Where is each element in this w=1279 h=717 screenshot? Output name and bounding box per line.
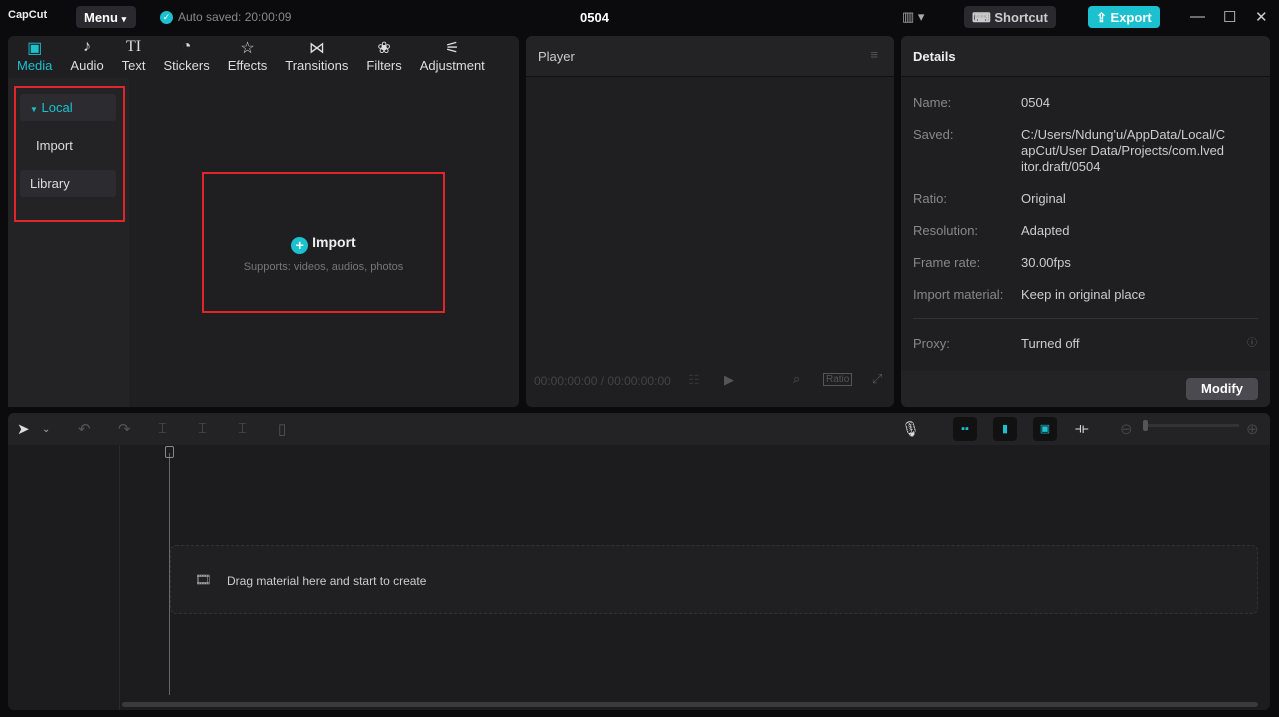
magnet-icon[interactable]: ▪▪ bbox=[953, 417, 977, 441]
horizontal-scrollbar[interactable] bbox=[122, 702, 1258, 707]
microphone-icon[interactable]: 🎙 bbox=[901, 420, 920, 438]
modify-button[interactable]: Modify bbox=[1186, 378, 1258, 400]
keyboard-icon: ⌨ bbox=[972, 10, 991, 25]
shortcut-button[interactable]: ⌨ Shortcut bbox=[964, 6, 1056, 28]
play-icon[interactable]: ▶ bbox=[724, 372, 734, 388]
select-cursor-icon[interactable]: ➤ bbox=[17, 420, 30, 438]
tab-label: Text bbox=[121, 58, 146, 73]
tab-label: Transitions bbox=[285, 58, 349, 73]
detail-row-proxy: Proxy: Turned off bbox=[913, 336, 1080, 351]
detail-row: Resolution: Adapted bbox=[913, 223, 1070, 238]
tab-media[interactable]: ▣ Media bbox=[8, 36, 61, 78]
tab-label: Filters bbox=[366, 58, 402, 73]
linkage-icon[interactable]: ▣ bbox=[1033, 417, 1057, 441]
tab-stickers[interactable]: ◔ Stickers bbox=[155, 36, 219, 78]
player-panel: Player ≡ 00:00:00:00 / 00:00:00:00 ☷ ▶ ⌕ … bbox=[526, 36, 894, 407]
maximize-icon[interactable]: ☐ bbox=[1223, 8, 1236, 26]
split-right-icon[interactable]: ⌶ bbox=[238, 420, 247, 437]
undo-icon[interactable]: ↶ bbox=[78, 420, 91, 438]
autosave-text: Auto saved: 20:00:09 bbox=[178, 10, 292, 24]
timeline-grid-icon[interactable]: ☷ bbox=[688, 372, 700, 388]
player-title: Player bbox=[538, 49, 575, 64]
main-track-dropzone[interactable]: 🎞 Drag material here and start to create bbox=[170, 545, 1258, 614]
import-label: Import bbox=[312, 234, 356, 250]
help-icon[interactable]: ⓘ bbox=[1247, 334, 1257, 349]
menu-button[interactable]: Menu ▾ bbox=[76, 6, 136, 28]
minimize-icon[interactable]: — bbox=[1190, 8, 1205, 25]
project-title: 0504 bbox=[580, 10, 609, 25]
export-label: Export bbox=[1110, 10, 1152, 25]
redo-icon[interactable]: ↷ bbox=[118, 420, 131, 438]
split-left-icon[interactable]: ⌶ bbox=[198, 420, 207, 437]
menu-lines-icon[interactable]: ≡ bbox=[870, 47, 878, 62]
audio-icon: ♪ bbox=[83, 38, 92, 55]
tab-label: Effects bbox=[227, 58, 268, 73]
detail-row: Saved: C:/Users/Ndung'u/AppData/Local/Cap… bbox=[913, 127, 1226, 174]
divider bbox=[913, 318, 1258, 319]
zoom-out-icon[interactable]: ⊖ bbox=[1120, 420, 1133, 438]
detail-row: Name: 0504 bbox=[913, 95, 1050, 110]
plus-icon: + bbox=[291, 237, 309, 254]
capcut-logo: CapCut bbox=[8, 9, 48, 21]
tab-transitions[interactable]: ⋈ Transitions bbox=[276, 36, 357, 78]
highlight-box bbox=[14, 86, 125, 222]
timecode: 00:00:00:00 / 00:00:00:00 bbox=[534, 374, 671, 388]
zoom-in-icon[interactable]: ⊕ bbox=[1246, 420, 1259, 438]
ratio-button[interactable]: Ratio bbox=[823, 373, 853, 386]
tool-tabs: ▣ Media ♪ Audio TI Text ◔ Stickers ☆ Effects … bbox=[8, 36, 519, 78]
filters-icon: ❀ bbox=[377, 40, 391, 57]
export-icon: ⇪ bbox=[1096, 10, 1107, 25]
title-bar: CapCut Menu ▾ ✓ Auto saved: 20:00:09 0504… bbox=[0, 0, 1279, 35]
export-button[interactable]: ⇪ Export bbox=[1088, 6, 1160, 28]
check-icon: ✓ bbox=[160, 10, 173, 24]
text-icon: TI bbox=[126, 38, 142, 55]
drop-hint: Drag material here and start to create bbox=[227, 574, 427, 588]
preview-axis-icon[interactable]: ⟛ bbox=[1075, 420, 1089, 437]
playhead-handle[interactable] bbox=[165, 446, 174, 458]
tab-label: Media bbox=[17, 58, 53, 73]
close-icon[interactable]: ✕ bbox=[1255, 8, 1268, 26]
autosave-status: ✓ Auto saved: 20:00:09 bbox=[160, 10, 291, 24]
tab-effects[interactable]: ☆ Effects bbox=[219, 36, 277, 78]
adjustment-icon: ⚟ bbox=[445, 40, 460, 57]
import-hint: Supports: videos, audios, photos bbox=[243, 261, 404, 273]
fullscreen-icon[interactable]: ⤢ bbox=[872, 371, 882, 387]
split-icon[interactable]: ⌶ bbox=[158, 420, 167, 437]
media-icon: ▣ bbox=[27, 40, 43, 57]
details-title: Details bbox=[901, 36, 1270, 77]
tab-label: Stickers bbox=[163, 58, 210, 73]
menu-label: Menu bbox=[84, 10, 118, 25]
auto-snap-icon[interactable]: ▮ bbox=[993, 417, 1017, 441]
tab-filters[interactable]: ❀ Filters bbox=[357, 36, 410, 78]
import-dropzone[interactable]: + Import Supports: videos, audios, photo… bbox=[202, 172, 445, 313]
delete-icon[interactable]: ▯ bbox=[278, 420, 286, 438]
transitions-icon: ⋈ bbox=[308, 40, 325, 57]
sticker-icon: ◔ bbox=[181, 38, 192, 55]
detail-row: Frame rate: 30.00fps bbox=[913, 255, 1071, 270]
detail-row: Import material: Keep in original place bbox=[913, 287, 1146, 302]
shortcut-label: Shortcut bbox=[994, 10, 1048, 25]
tab-label: Audio bbox=[70, 58, 104, 73]
detail-row: Ratio: Original bbox=[913, 191, 1066, 206]
tab-audio[interactable]: ♪ Audio bbox=[61, 36, 112, 78]
effects-icon: ☆ bbox=[240, 40, 255, 57]
tab-label: Adjustment bbox=[419, 58, 485, 73]
layout-icon[interactable]: ▥ ▾ bbox=[902, 9, 924, 25]
chevron-down-icon: ▾ bbox=[121, 14, 127, 24]
timeline-area[interactable]: 🎞 Drag material here and start to create bbox=[8, 445, 1270, 710]
chevron-down-icon[interactable]: ⌄ bbox=[42, 424, 50, 435]
fit-zoom-icon[interactable]: ⌕ bbox=[793, 371, 800, 387]
tab-adjustment[interactable]: ⚟ Adjustment bbox=[411, 36, 494, 78]
zoom-slider[interactable] bbox=[1143, 420, 1239, 431]
tab-text[interactable]: TI Text bbox=[113, 36, 155, 78]
film-icon: 🎞 bbox=[195, 572, 212, 587]
